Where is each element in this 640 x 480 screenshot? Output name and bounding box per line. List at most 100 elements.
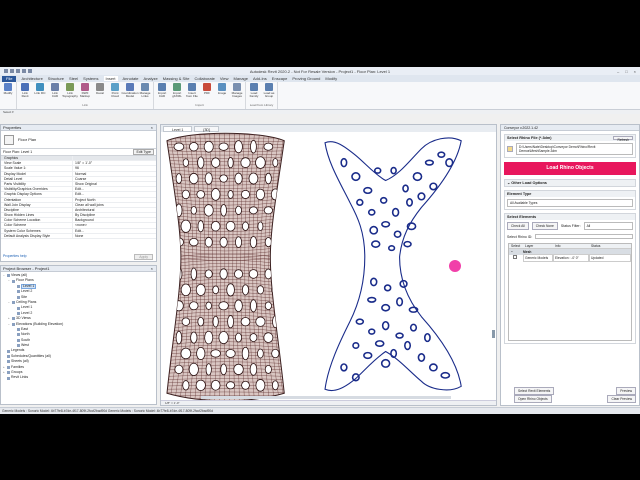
mouse-cursor-highlight bbox=[449, 260, 461, 272]
other-options-toggle[interactable]: Other Load Options bbox=[511, 181, 547, 185]
file-path-field[interactable]: D:\Users\Nate\Desktop\Conveyor Demo\Rhin… bbox=[516, 143, 633, 155]
mesh-opening bbox=[249, 206, 258, 215]
apply-button[interactable]: Apply bbox=[134, 254, 153, 260]
link-revit-button[interactable]: Link Revit bbox=[19, 83, 31, 103]
refresh-button[interactable]: Refresh bbox=[613, 136, 633, 142]
conveyor-header: Conveyor v.2022.1.42 bbox=[501, 125, 639, 131]
modify-button[interactable]: Modify bbox=[2, 83, 14, 103]
maximize-button[interactable]: □ bbox=[625, 69, 627, 74]
edit-type-button[interactable]: Edit Type bbox=[133, 149, 154, 155]
tree-item[interactable]: Revit Links bbox=[1, 375, 156, 380]
view-icon bbox=[17, 306, 20, 310]
tab-level-1[interactable]: Level 1 bbox=[163, 125, 193, 132]
load-as-group-button[interactable]: Load as Group bbox=[263, 83, 275, 103]
mesh-opening bbox=[250, 139, 257, 154]
expand-toggle-icon[interactable]: − bbox=[8, 278, 11, 283]
open-rhino-objects-button[interactable]: Open Rhino Objects bbox=[514, 395, 552, 403]
tab-massing-site[interactable]: Massing & Site bbox=[163, 76, 190, 81]
mesh-opening bbox=[203, 204, 214, 217]
tab-add-ins[interactable]: Add-Ins bbox=[253, 76, 267, 81]
revit-window: Autodesk Revit 2020.2 - Not For Resale V… bbox=[0, 67, 640, 414]
check-none-button[interactable]: Check None bbox=[531, 222, 558, 230]
tab-enscape[interactable]: Enscape bbox=[272, 76, 288, 81]
expand-toggle-icon[interactable]: − bbox=[3, 273, 6, 278]
dwf-markup-button[interactable]: DWF Markup bbox=[79, 83, 91, 103]
mesh-opening bbox=[190, 331, 198, 344]
mesh-model-left[interactable] bbox=[161, 132, 290, 402]
select-revit-elements-button[interactable]: Select Revit Elements bbox=[514, 387, 555, 395]
type-selector[interactable]: Floor Plan bbox=[1, 131, 156, 149]
tab-structure[interactable]: Structure bbox=[48, 76, 64, 81]
tab-insert[interactable]: Insert bbox=[103, 76, 118, 81]
tab-3d[interactable]: {3D} bbox=[194, 125, 220, 132]
load-rhino-objects-button[interactable]: Load Rhino Objects bbox=[504, 162, 636, 175]
mesh-opening bbox=[204, 330, 214, 345]
tab-modify[interactable]: Modify bbox=[325, 76, 337, 81]
property-row[interactable]: Default Analysis Display Style None bbox=[1, 233, 156, 239]
col-info[interactable]: Info bbox=[553, 244, 589, 248]
close-button[interactable]: × bbox=[634, 69, 636, 74]
mesh-opening bbox=[205, 363, 212, 376]
clear-preview-button[interactable]: Clear Preview bbox=[607, 395, 636, 403]
preview-button[interactable]: Preview bbox=[616, 387, 636, 395]
load-family-button[interactable]: Load Family bbox=[248, 83, 260, 103]
tab-annotate[interactable]: Annotate bbox=[123, 76, 139, 81]
horizontal-scrollbar[interactable] bbox=[201, 396, 451, 399]
pdf-button[interactable]: PDF bbox=[201, 83, 213, 103]
view-control-bar[interactable]: 1/8" = 1'-0" bbox=[161, 400, 496, 405]
drawing-area[interactable]: Level 1 {3D} 1/8" = 1'-0" bbox=[160, 124, 497, 406]
import-gbxml-button[interactable]: Import gbXML bbox=[171, 83, 183, 103]
point-cloud-button[interactable]: Point Cloud bbox=[109, 83, 121, 103]
link-cad-button[interactable]: Link CAD bbox=[49, 83, 61, 103]
manage-links-button[interactable]: Manage Links bbox=[139, 83, 151, 103]
col-status[interactable]: Status bbox=[589, 244, 631, 248]
insert-from-file-button[interactable]: Insert from File bbox=[186, 83, 198, 103]
tab-architecture[interactable]: Architecture bbox=[21, 76, 42, 81]
mesh-opening bbox=[227, 190, 234, 199]
tab-proving-ground[interactable]: Proving Ground bbox=[292, 76, 320, 81]
status-bar: Generic Models : Sonoric Model: 4b77fe8-… bbox=[0, 407, 640, 414]
link-topography-button[interactable]: Link Topography bbox=[62, 83, 78, 103]
select-file-section: Select Rhino File (*.3dm) Refresh D:\Use… bbox=[504, 134, 636, 158]
col-select[interactable]: Select bbox=[509, 244, 523, 248]
link-ifc-button[interactable]: Link IFC bbox=[34, 83, 46, 103]
expand-toggle-icon[interactable]: − bbox=[8, 300, 11, 305]
table-row[interactable]: Generic Models Elevation : -0' 0" Update… bbox=[509, 254, 631, 262]
tab-steel[interactable]: Steel bbox=[69, 76, 78, 81]
expand-toggle-icon[interactable]: − bbox=[8, 322, 11, 327]
status-filter-select[interactable]: All bbox=[583, 222, 633, 230]
close-icon[interactable]: × bbox=[151, 125, 153, 131]
tab-manage[interactable]: Manage bbox=[234, 76, 248, 81]
mesh-opening bbox=[403, 240, 412, 248]
import-cad-button[interactable]: Import CAD bbox=[156, 83, 168, 103]
expand-toggle-icon[interactable]: + bbox=[3, 370, 6, 375]
title-bar: Autodesk Revit 2020.2 - Not For Resale V… bbox=[0, 67, 640, 75]
mesh-model-right[interactable] bbox=[324, 137, 462, 392]
row-checkbox[interactable] bbox=[513, 255, 517, 259]
tab-systems[interactable]: Systems bbox=[83, 76, 98, 81]
tab-analyze[interactable]: Analyze bbox=[144, 76, 158, 81]
decal-button[interactable]: Decal bbox=[94, 83, 106, 103]
properties-help-link[interactable]: Properties help bbox=[3, 254, 27, 260]
rhino-id-input[interactable] bbox=[535, 234, 633, 239]
view-icon bbox=[17, 290, 20, 294]
mesh-opening bbox=[249, 299, 257, 313]
folder-icon[interactable] bbox=[507, 146, 513, 152]
minimize-button[interactable]: – bbox=[617, 69, 619, 74]
element-type-select[interactable]: All Available Types bbox=[507, 199, 633, 207]
instance-label[interactable]: Floor Plan: Level 1 bbox=[3, 150, 32, 154]
tab-collaborate[interactable]: Collaborate bbox=[194, 76, 214, 81]
manage-images-button[interactable]: Manage Images bbox=[231, 83, 243, 103]
select-dropdown[interactable]: Select ▾ bbox=[0, 110, 640, 114]
mesh-opening bbox=[241, 221, 250, 231]
view-icon bbox=[7, 355, 10, 359]
col-layer[interactable]: Layer bbox=[523, 244, 553, 248]
image-button[interactable]: Image bbox=[216, 83, 228, 103]
close-icon[interactable]: × bbox=[151, 266, 153, 272]
coordination-model-button[interactable]: Coordination Model bbox=[122, 83, 139, 103]
tab-view[interactable]: View bbox=[220, 76, 229, 81]
plan-canvas[interactable] bbox=[161, 132, 496, 402]
check-all-button[interactable]: Check All bbox=[507, 222, 529, 230]
tab-file[interactable]: File bbox=[2, 75, 17, 82]
vertical-scrollbar[interactable] bbox=[492, 330, 495, 338]
